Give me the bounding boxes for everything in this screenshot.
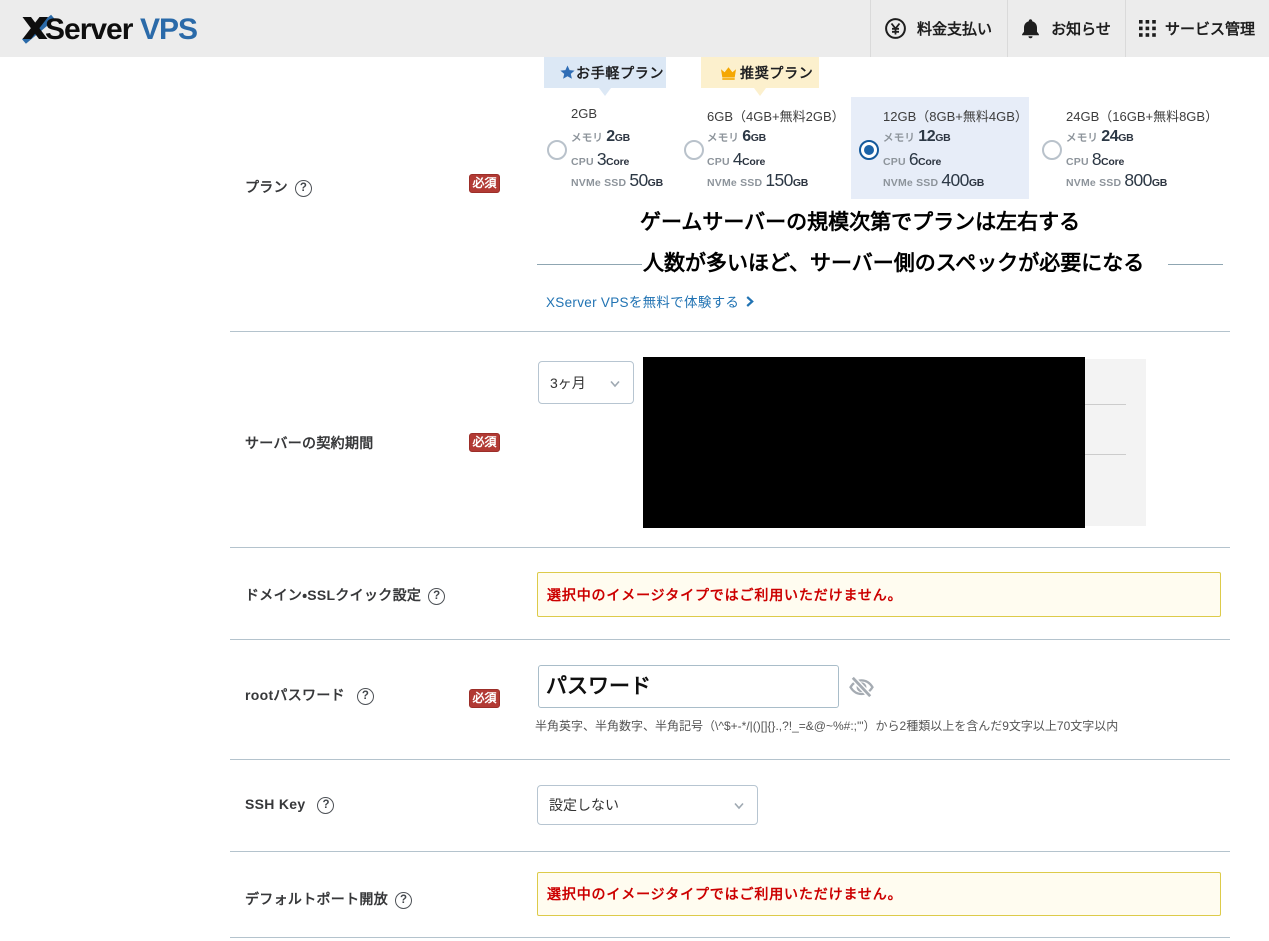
svg-text:VPS: VPS bbox=[140, 13, 197, 46]
svg-text:Server: Server bbox=[45, 13, 134, 46]
